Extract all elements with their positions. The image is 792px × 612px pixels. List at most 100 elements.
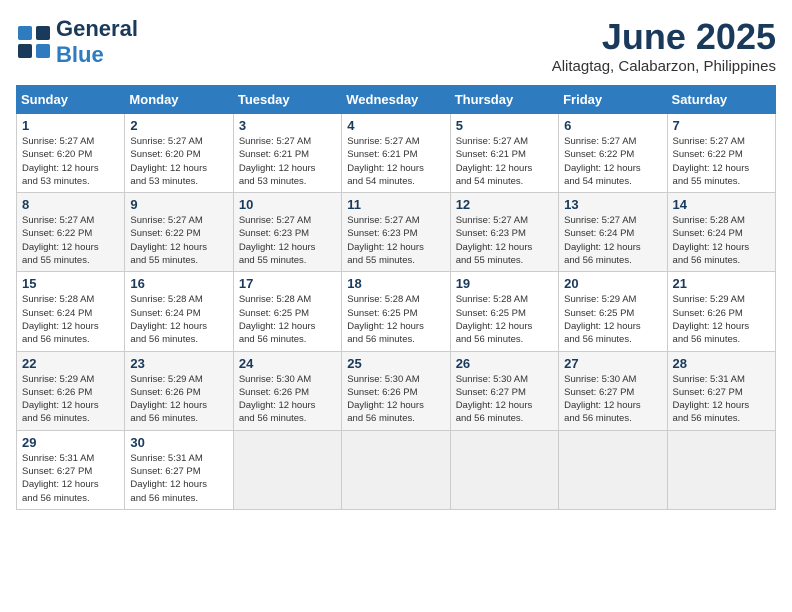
header: General Blue June 2025 Alitagtag, Calaba… — [16, 16, 776, 75]
col-saturday: Saturday — [667, 86, 775, 114]
day-number: 25 — [347, 356, 444, 371]
day-number: 16 — [130, 276, 227, 291]
calendar-cell: 29 Sunrise: 5:31 AM Sunset: 6:27 PM Dayli… — [17, 430, 125, 509]
day-info: Sunrise: 5:27 AM Sunset: 6:20 PM Dayligh… — [130, 135, 227, 188]
table-row: 29 Sunrise: 5:31 AM Sunset: 6:27 PM Dayli… — [17, 430, 776, 509]
day-info: Sunrise: 5:31 AM Sunset: 6:27 PM Dayligh… — [673, 373, 770, 426]
day-info: Sunrise: 5:27 AM Sunset: 6:20 PM Dayligh… — [22, 135, 119, 188]
day-number: 30 — [130, 435, 227, 450]
day-number: 4 — [347, 118, 444, 133]
day-number: 24 — [239, 356, 336, 371]
day-number: 10 — [239, 197, 336, 212]
day-info: Sunrise: 5:28 AM Sunset: 6:25 PM Dayligh… — [239, 293, 336, 346]
calendar-cell: 21 Sunrise: 5:29 AM Sunset: 6:26 PM Dayli… — [667, 272, 775, 351]
day-number: 6 — [564, 118, 661, 133]
title-area: June 2025 Alitagtag, Calabarzon, Philipp… — [552, 16, 776, 75]
calendar-cell: 4 Sunrise: 5:27 AM Sunset: 6:21 PM Daylig… — [342, 114, 450, 193]
col-monday: Monday — [125, 86, 233, 114]
day-number: 14 — [673, 197, 770, 212]
day-info: Sunrise: 5:28 AM Sunset: 6:25 PM Dayligh… — [456, 293, 553, 346]
day-info: Sunrise: 5:29 AM Sunset: 6:25 PM Dayligh… — [564, 293, 661, 346]
col-friday: Friday — [559, 86, 667, 114]
calendar-cell — [233, 430, 341, 509]
day-number: 27 — [564, 356, 661, 371]
calendar-cell: 16 Sunrise: 5:28 AM Sunset: 6:24 PM Dayli… — [125, 272, 233, 351]
calendar-cell: 25 Sunrise: 5:30 AM Sunset: 6:26 PM Dayli… — [342, 351, 450, 430]
day-number: 3 — [239, 118, 336, 133]
day-number: 18 — [347, 276, 444, 291]
day-number: 8 — [22, 197, 119, 212]
calendar-cell: 1 Sunrise: 5:27 AM Sunset: 6:20 PM Daylig… — [17, 114, 125, 193]
day-number: 11 — [347, 197, 444, 212]
calendar-cell: 8 Sunrise: 5:27 AM Sunset: 6:22 PM Daylig… — [17, 193, 125, 272]
calendar-cell: 6 Sunrise: 5:27 AM Sunset: 6:22 PM Daylig… — [559, 114, 667, 193]
calendar-cell: 20Sunrise: 5:29 AM Sunset: 6:25 PM Dayli… — [559, 272, 667, 351]
day-number: 23 — [130, 356, 227, 371]
day-info: Sunrise: 5:29 AM Sunset: 6:26 PM Dayligh… — [22, 373, 119, 426]
table-row: 1 Sunrise: 5:27 AM Sunset: 6:20 PM Daylig… — [17, 114, 776, 193]
calendar-cell: 28 Sunrise: 5:31 AM Sunset: 6:27 PM Dayli… — [667, 351, 775, 430]
calendar-cell: 12 Sunrise: 5:27 AM Sunset: 6:23 PM Dayli… — [450, 193, 558, 272]
calendar-cell: 2 Sunrise: 5:27 AM Sunset: 6:20 PM Daylig… — [125, 114, 233, 193]
calendar-cell: 18 Sunrise: 5:28 AM Sunset: 6:25 PM Dayli… — [342, 272, 450, 351]
calendar-cell: 23 Sunrise: 5:29 AM Sunset: 6:26 PM Dayli… — [125, 351, 233, 430]
table-row: 8 Sunrise: 5:27 AM Sunset: 6:22 PM Daylig… — [17, 193, 776, 272]
calendar-cell: 19 Sunrise: 5:28 AM Sunset: 6:25 PM Dayli… — [450, 272, 558, 351]
logo: General Blue — [16, 16, 138, 68]
calendar-cell: 5Sunrise: 5:27 AM Sunset: 6:21 PM Daylig… — [450, 114, 558, 193]
day-info: Sunrise: 5:29 AM Sunset: 6:26 PM Dayligh… — [130, 373, 227, 426]
day-number: 19 — [456, 276, 553, 291]
day-info: Sunrise: 5:27 AM Sunset: 6:23 PM Dayligh… — [456, 214, 553, 267]
calendar-cell: 22Sunrise: 5:29 AM Sunset: 6:26 PM Dayli… — [17, 351, 125, 430]
calendar-cell: 24 Sunrise: 5:30 AM Sunset: 6:26 PM Dayli… — [233, 351, 341, 430]
day-number: 17 — [239, 276, 336, 291]
calendar-cell: 15 Sunrise: 5:28 AM Sunset: 6:24 PM Dayli… — [17, 272, 125, 351]
month-title: June 2025 — [552, 16, 776, 58]
day-info: Sunrise: 5:27 AM Sunset: 6:24 PM Dayligh… — [564, 214, 661, 267]
day-info: Sunrise: 5:31 AM Sunset: 6:27 PM Dayligh… — [22, 452, 119, 505]
day-info: Sunrise: 5:27 AM Sunset: 6:22 PM Dayligh… — [22, 214, 119, 267]
table-row: 15 Sunrise: 5:28 AM Sunset: 6:24 PM Dayli… — [17, 272, 776, 351]
calendar-cell — [450, 430, 558, 509]
day-number: 1 — [22, 118, 119, 133]
location-text: Alitagtag, Calabarzon, Philippines — [552, 58, 776, 75]
col-wednesday: Wednesday — [342, 86, 450, 114]
col-sunday: Sunday — [17, 86, 125, 114]
day-info: Sunrise: 5:30 AM Sunset: 6:27 PM Dayligh… — [564, 373, 661, 426]
logo-icon — [16, 24, 52, 60]
day-number: 15 — [22, 276, 119, 291]
day-info: Sunrise: 5:28 AM Sunset: 6:24 PM Dayligh… — [130, 293, 227, 346]
day-number: 7 — [673, 118, 770, 133]
day-info: Sunrise: 5:27 AM Sunset: 6:22 PM Dayligh… — [564, 135, 661, 188]
col-thursday: Thursday — [450, 86, 558, 114]
day-info: Sunrise: 5:28 AM Sunset: 6:24 PM Dayligh… — [673, 214, 770, 267]
day-number: 9 — [130, 197, 227, 212]
day-info: Sunrise: 5:28 AM Sunset: 6:24 PM Dayligh… — [22, 293, 119, 346]
day-info: Sunrise: 5:30 AM Sunset: 6:26 PM Dayligh… — [347, 373, 444, 426]
day-number: 21 — [673, 276, 770, 291]
day-info: Sunrise: 5:27 AM Sunset: 6:22 PM Dayligh… — [673, 135, 770, 188]
day-info: Sunrise: 5:29 AM Sunset: 6:26 PM Dayligh… — [673, 293, 770, 346]
day-number: 12 — [456, 197, 553, 212]
day-number: 28 — [673, 356, 770, 371]
day-info: Sunrise: 5:30 AM Sunset: 6:26 PM Dayligh… — [239, 373, 336, 426]
day-number: 2 — [130, 118, 227, 133]
logo-general: General — [56, 16, 138, 41]
calendar-cell: 27 Sunrise: 5:30 AM Sunset: 6:27 PM Dayli… — [559, 351, 667, 430]
calendar-cell: 17 Sunrise: 5:28 AM Sunset: 6:25 PM Dayli… — [233, 272, 341, 351]
day-info: Sunrise: 5:28 AM Sunset: 6:25 PM Dayligh… — [347, 293, 444, 346]
day-info: Sunrise: 5:27 AM Sunset: 6:23 PM Dayligh… — [347, 214, 444, 267]
day-number: 13 — [564, 197, 661, 212]
day-number: 5 — [456, 118, 553, 133]
calendar-cell: 9Sunrise: 5:27 AM Sunset: 6:22 PM Daylig… — [125, 193, 233, 272]
calendar-cell — [342, 430, 450, 509]
day-number: 29 — [22, 435, 119, 450]
col-tuesday: Tuesday — [233, 86, 341, 114]
day-info: Sunrise: 5:27 AM Sunset: 6:21 PM Dayligh… — [347, 135, 444, 188]
day-number: 26 — [456, 356, 553, 371]
calendar-cell: 10Sunrise: 5:27 AM Sunset: 6:23 PM Dayli… — [233, 193, 341, 272]
day-info: Sunrise: 5:30 AM Sunset: 6:27 PM Dayligh… — [456, 373, 553, 426]
calendar-cell — [559, 430, 667, 509]
logo-blue: Blue — [56, 42, 104, 67]
calendar-cell: 30Sunrise: 5:31 AM Sunset: 6:27 PM Dayli… — [125, 430, 233, 509]
